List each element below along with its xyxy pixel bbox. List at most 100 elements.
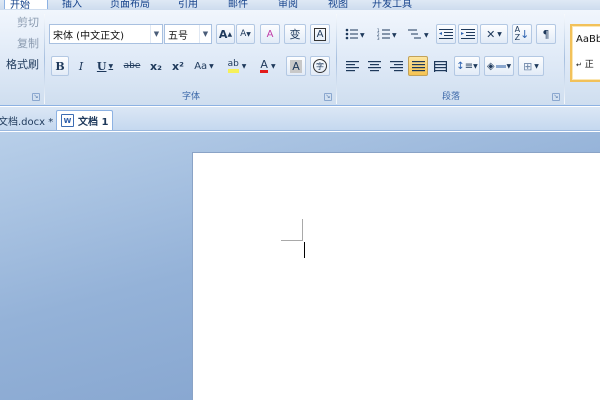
bullets-button[interactable]: ▼	[340, 24, 370, 44]
clear-format-button[interactable]: A	[260, 24, 280, 44]
crop-mark	[302, 219, 303, 241]
tab-page-layout[interactable]: 页面布局	[110, 0, 150, 10]
border-icon: ⊞	[523, 59, 533, 73]
ribbon-tab-strip: 开始 插入 页面布局 引用 邮件 审阅 视图 开发工具	[0, 0, 600, 10]
decrease-indent-button[interactable]	[436, 24, 456, 44]
line-spacing-icon: ↕	[456, 60, 465, 72]
char-shading-button[interactable]: A	[286, 56, 306, 76]
tab-developer[interactable]: 开发工具	[372, 0, 412, 10]
phonetic-guide-button[interactable]: 变	[284, 24, 306, 44]
tab-review[interactable]: 审阅	[278, 0, 298, 10]
borders-button[interactable]: ⊞ ▼	[518, 56, 544, 76]
italic-button[interactable]: I	[72, 56, 90, 76]
align-center-icon	[367, 60, 381, 71]
copy-button[interactable]: 复制	[0, 35, 40, 51]
document-page[interactable]	[192, 152, 600, 400]
justify-button[interactable]	[408, 56, 428, 76]
superscript-icon: x²	[172, 59, 184, 73]
align-left-button[interactable]	[342, 56, 362, 76]
font-color-icon: A	[260, 58, 268, 73]
copy-label: 复制	[17, 37, 39, 50]
subscript-button[interactable]: x₂	[146, 56, 166, 76]
paragraph-mark-icon: ¶	[542, 27, 550, 41]
clipboard-launcher-icon[interactable]: ↘	[32, 93, 40, 101]
text-cursor	[304, 242, 305, 258]
doc-tab-2-label: 文档 1	[78, 117, 109, 128]
numbering-icon: 123 ▼	[377, 28, 397, 40]
ribbon: 剪切 复制 格式刷 ↘ 宋体 (中文正文) ▼ 五号 ▼ A▲ A▼ A 变	[0, 10, 600, 106]
font-size-combo[interactable]: 五号 ▼	[164, 24, 212, 44]
font-color-button[interactable]: A ▼	[254, 56, 282, 76]
show-marks-button[interactable]: ¶	[536, 24, 556, 44]
font-launcher-icon[interactable]: ↘	[324, 93, 332, 101]
font-name-value: 宋体 (中文正文)	[53, 30, 124, 42]
bold-icon: B	[55, 59, 65, 73]
tab-home[interactable]: 开始	[4, 0, 48, 10]
paragraph-group-label: 段落	[441, 92, 460, 102]
bold-button[interactable]: B	[51, 56, 69, 76]
align-right-button[interactable]	[386, 56, 406, 76]
style-preview-text: AaBb	[576, 34, 600, 45]
doc-tab-2[interactable]: W 文档 1	[56, 110, 114, 130]
cut-button[interactable]: 剪切	[0, 14, 40, 30]
phonetic-guide-icon: 变	[289, 28, 301, 41]
style-gallery-item[interactable]: AaBb ↵ 正	[570, 24, 600, 82]
highlight-button[interactable]: ab ▼	[222, 56, 252, 76]
tab-view[interactable]: 视图	[328, 0, 348, 10]
clipboard-group: 剪切 复制 格式刷 ↘	[0, 10, 44, 106]
svg-text:▼: ▼	[360, 32, 365, 39]
document-tab-bar: 文档.docx * W 文档 1	[0, 107, 600, 131]
strikethrough-icon: abe	[123, 61, 141, 71]
font-group: 宋体 (中文正文) ▼ 五号 ▼ A ▲ A ▼ A 变 A B I U ▼ a…	[46, 10, 336, 106]
highlight-icon: ab	[227, 59, 239, 73]
paragraph-launcher-icon[interactable]: ↘	[552, 93, 560, 101]
chinese-layout-button[interactable]: ✕ ▼	[480, 24, 508, 44]
paint-bucket-icon: ◈	[486, 60, 495, 72]
paragraph-group: ▼ 1 2 3 ▼ ▼ ✕ ▼ A Z ↓ ¶ ↕ ≡ ▼ ◈ ▼ ⊞ ▼ 段落…	[338, 10, 564, 106]
grow-font-icon: A	[218, 27, 228, 41]
svg-text:▼: ▼	[424, 32, 429, 39]
shrink-font-button[interactable]: A ▼	[236, 24, 255, 44]
document-workspace	[0, 132, 600, 400]
change-case-button[interactable]: Aa ▼	[190, 56, 218, 76]
subscript-icon: x₂	[150, 59, 162, 73]
svg-text:3: 3	[377, 36, 380, 40]
chevron-down-icon[interactable]: ▼	[150, 25, 162, 43]
distribute-button[interactable]	[430, 56, 450, 76]
change-case-icon: Aa	[194, 60, 208, 72]
tab-insert[interactable]: 插入	[62, 0, 82, 10]
format-painter-button[interactable]: 格式刷	[0, 56, 40, 72]
italic-icon: I	[78, 59, 84, 73]
decrease-indent-icon	[439, 29, 453, 39]
strikethrough-button[interactable]: abe	[121, 56, 143, 76]
char-border-button[interactable]: A	[310, 24, 330, 44]
doc-tab-1[interactable]: 文档.docx *	[0, 110, 57, 130]
svg-text:▼: ▼	[392, 32, 397, 39]
superscript-button[interactable]: x²	[168, 56, 188, 76]
numbering-button[interactable]: 1 2 3 ▼	[372, 24, 402, 44]
shading-button[interactable]: ◈ ▼	[484, 56, 514, 76]
underline-icon: U	[96, 59, 107, 73]
tab-references[interactable]: 引用	[178, 0, 198, 10]
underline-button[interactable]: U ▼	[93, 56, 117, 76]
enclose-char-button[interactable]: 字	[310, 56, 330, 76]
tab-mailings[interactable]: 邮件	[228, 0, 248, 10]
style-name-label: 正	[584, 60, 594, 70]
align-center-button[interactable]	[364, 56, 384, 76]
multilevel-list-icon: ▼	[408, 29, 429, 39]
distribute-icon	[433, 60, 447, 72]
bullets-icon: ▼	[345, 28, 365, 40]
sort-button[interactable]: A Z ↓	[512, 24, 532, 44]
grow-font-button[interactable]: A ▲	[216, 24, 235, 44]
enclose-char-icon: 字	[313, 59, 327, 73]
line-spacing-button[interactable]: ↕ ≡ ▼	[454, 56, 480, 76]
word-document-icon: W	[61, 114, 74, 127]
font-name-combo[interactable]: 宋体 (中文正文) ▼	[49, 24, 163, 44]
justify-icon	[411, 60, 425, 71]
group-divider	[336, 14, 337, 104]
increase-indent-button[interactable]	[458, 24, 478, 44]
align-left-icon	[345, 60, 359, 71]
clear-format-icon: A	[266, 28, 274, 40]
chevron-down-icon[interactable]: ▼	[199, 25, 211, 43]
multilevel-list-button[interactable]: ▼	[404, 24, 434, 44]
